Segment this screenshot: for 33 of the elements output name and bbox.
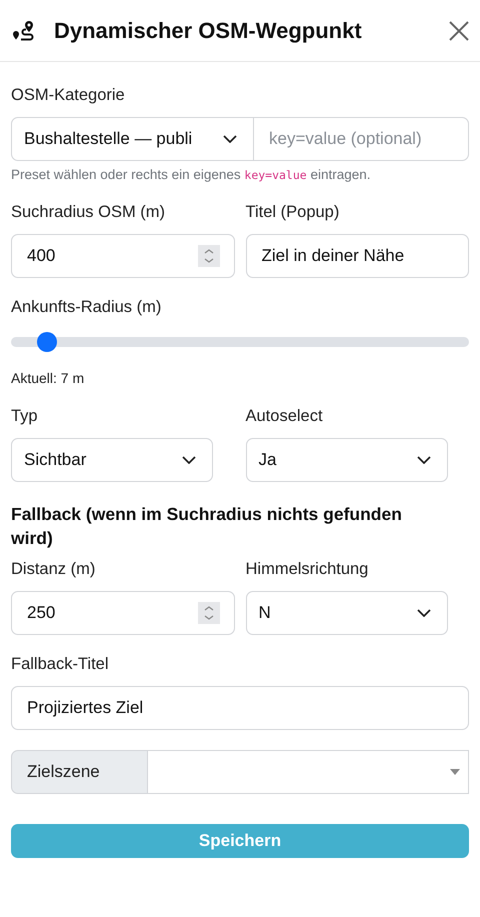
- field-label: Fallback-Titel: [11, 655, 108, 674]
- field-label: OSM-Kategorie: [11, 86, 125, 105]
- field-label: Typ: [11, 407, 38, 426]
- hint-text: Preset wählen oder rechts ein eigenes key=value eintragen.: [11, 167, 372, 182]
- scene-label: Zielszene: [11, 750, 148, 794]
- text-field[interactable]: Ziel in deiner Nähe: [246, 234, 469, 278]
- number-field[interactable]: 400: [11, 234, 234, 278]
- slider-reading: Aktuell: 7 m: [11, 370, 84, 386]
- autoselect-select[interactable]: Ja: [246, 438, 448, 482]
- slider-thumb[interactable]: [37, 332, 58, 352]
- chevron-down-icon: [416, 456, 430, 464]
- key-value-field[interactable]: key=value (optional): [254, 117, 469, 161]
- category-select[interactable]: Bushaltestelle — publi: [11, 117, 254, 161]
- field-label: Distanz (m): [11, 560, 96, 579]
- close-icon[interactable]: [449, 20, 469, 40]
- field-label: Suchradius OSM (m): [11, 203, 166, 222]
- field-label: Ankunfts-Radius (m): [11, 298, 162, 317]
- route-icon: [12, 20, 36, 42]
- field-label: Himmelsrichtung: [246, 560, 368, 579]
- dialog-title: Dynamischer OSM-Wegpunkt: [54, 18, 363, 44]
- dropdown-arrow-icon: [450, 769, 460, 775]
- field-label: Titel (Popup): [246, 203, 340, 222]
- type-select[interactable]: Sichtbar: [11, 438, 213, 482]
- text-field[interactable]: Projiziertes Ziel: [11, 686, 469, 730]
- spinner-icon[interactable]: [198, 602, 220, 624]
- direction-select[interactable]: N: [246, 591, 448, 635]
- field-label: Autoselect: [246, 407, 323, 426]
- chevron-down-icon: [416, 609, 430, 617]
- spinner-icon[interactable]: [198, 245, 220, 267]
- number-field[interactable]: 250: [11, 591, 234, 635]
- chevron-down-icon: [223, 135, 237, 143]
- chevron-down-icon: [182, 456, 196, 464]
- section-heading: Fallback (wenn im Suchradius nichts gefunden wird): [11, 503, 403, 550]
